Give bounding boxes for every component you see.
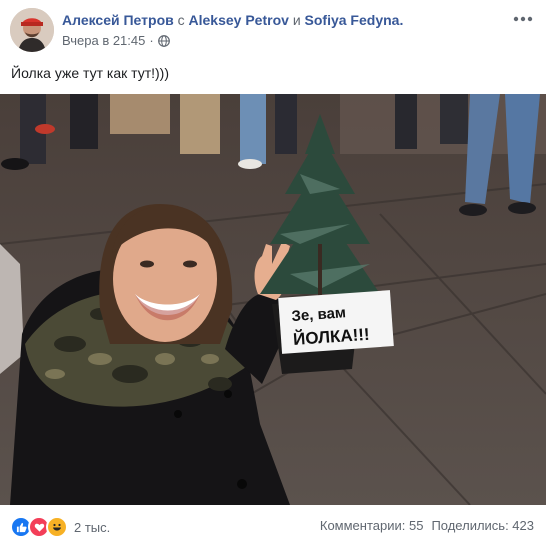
post-photo[interactable]: Зе, вам ЙОЛКА!!!: [0, 94, 546, 505]
more-options-icon[interactable]: [510, 6, 536, 32]
meta-separator: ·: [149, 33, 154, 48]
post-timestamp[interactable]: Вчера в 21:45: [62, 33, 145, 48]
tagged-user-2[interactable]: Sofiya Fedyna.: [305, 12, 404, 28]
tree-sign: Зе, вам ЙОЛКА!!!: [278, 290, 394, 354]
post-text: Йолка уже тут как тут!))): [11, 65, 169, 81]
comments-count[interactable]: Комментарии: 55: [320, 518, 424, 533]
reaction-count[interactable]: 2 тыс.: [74, 520, 110, 535]
post-footer: 2 тыс. Комментарии: 55 Поделились: 423: [0, 505, 546, 543]
reactions-summary[interactable]: 2 тыс.: [10, 516, 110, 538]
globe-icon[interactable]: [157, 34, 170, 47]
author-avatar[interactable]: [10, 8, 54, 52]
author-name[interactable]: Алексей Петров: [62, 12, 174, 28]
and-text: и: [292, 12, 301, 28]
tagged-user-1[interactable]: Aleksey Petrov: [189, 12, 289, 28]
shares-count[interactable]: Поделились: 423: [431, 518, 534, 533]
post-header: Алексей Петров с Aleksey Petrov и Sofiya…: [0, 0, 546, 60]
with-text: с: [177, 12, 185, 28]
haha-icon: [46, 516, 68, 538]
